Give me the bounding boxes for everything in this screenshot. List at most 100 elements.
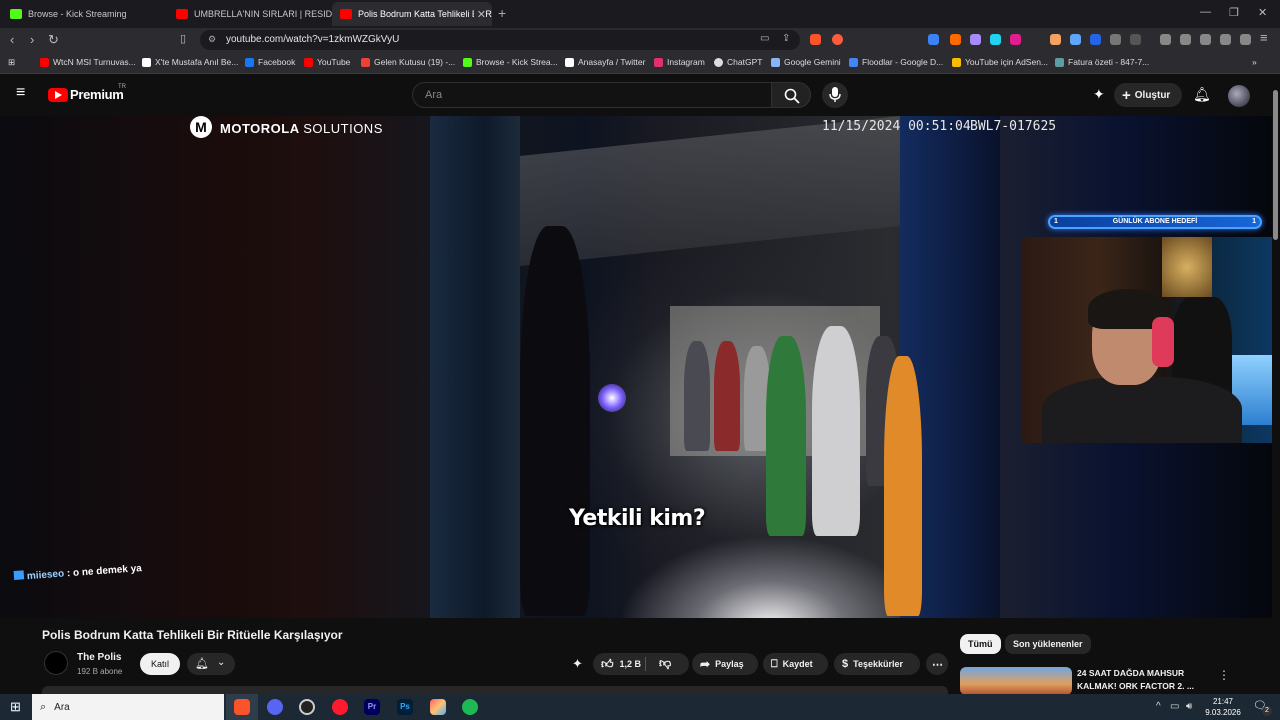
forward-icon[interactable]: ›: [30, 32, 34, 47]
join-button[interactable]: Katıl: [140, 653, 180, 675]
tray-overflow-icon[interactable]: ^: [1156, 701, 1161, 712]
bookmark-item[interactable]: Browse - Kick Strea...: [463, 57, 558, 67]
network-icon[interactable]: ▭: [1170, 701, 1179, 712]
subscription-bell-button[interactable]: 🔔︎ ⌄: [187, 653, 235, 675]
restore-icon[interactable]: ❐: [1229, 6, 1239, 19]
bookmark-item[interactable]: YouTube için AdSen...: [952, 57, 1048, 67]
close-tab-icon[interactable]: ✕: [473, 7, 486, 21]
address-bar[interactable]: ⚙ youtube.com/watch?v=1zkmWZGkVyU ▭ ⇪: [200, 30, 800, 50]
more-bookmarks-icon[interactable]: »: [1252, 57, 1257, 67]
bookmark-item[interactable]: WtcN MSI Turnuvas...: [40, 57, 136, 67]
extension-icon[interactable]: [928, 34, 939, 45]
extension-icon[interactable]: [1050, 34, 1061, 45]
close-window-icon[interactable]: ✕: [1258, 6, 1267, 19]
extension-icon[interactable]: [1090, 34, 1101, 45]
navigation-bar: ‹ › ↻ ▯ ⚙ youtube.com/watch?v=1zkmWZGkVy…: [0, 28, 1280, 52]
gmail-icon: [361, 57, 370, 67]
bookmark-item[interactable]: Gelen Kutusu (19) -...: [361, 57, 455, 67]
vpn-icon[interactable]: [1240, 34, 1251, 45]
tab-umbrella[interactable]: UMBRELLA'NIN SIRLARI | RESIDENT: [168, 2, 332, 26]
premiere-pro-icon[interactable]: Pr: [364, 699, 380, 715]
wallet-icon[interactable]: [1200, 34, 1211, 45]
discord-icon[interactable]: [267, 699, 283, 715]
extension-icon[interactable]: [990, 34, 1001, 45]
sidebar-icon[interactable]: [1180, 34, 1191, 45]
video-player[interactable]: M MOTOROLA SOLUTIONS 11/15/2024 00:51:04…: [0, 116, 1272, 618]
minimize-icon[interactable]: —: [1200, 6, 1211, 18]
thanks-button[interactable]: $ Teşekkürler: [834, 653, 920, 675]
extension-icon[interactable]: [970, 34, 981, 45]
extension-icon[interactable]: [1010, 34, 1021, 45]
extensions-puzzle-icon[interactable]: [1110, 34, 1121, 45]
taskbar-search[interactable]: ⌕ Ara: [32, 694, 224, 720]
premium-logo-text[interactable]: Premium: [70, 87, 124, 102]
menu-icon[interactable]: ≡: [1260, 30, 1268, 45]
sparkle-icon[interactable]: ✦: [1093, 86, 1105, 103]
search-button[interactable]: [771, 82, 811, 108]
bookmark-item[interactable]: Floodlar - Google D...: [849, 57, 943, 67]
voice-search-button[interactable]: [822, 82, 848, 108]
more-icon: ⋯: [932, 658, 943, 671]
youtube-logo-icon[interactable]: [48, 88, 68, 102]
leo-icon[interactable]: [1220, 34, 1231, 45]
description-box[interactable]: [42, 686, 948, 694]
photos-icon[interactable]: [430, 699, 446, 715]
ask-sparkle-icon[interactable]: ✦: [572, 656, 583, 672]
extension-icon[interactable]: [1130, 34, 1141, 45]
scrollbar-thumb[interactable]: [1273, 90, 1278, 240]
like-icon[interactable]: 👍︎: [601, 657, 614, 672]
tab-kick[interactable]: Browse - Kick Streaming: [2, 2, 166, 26]
channel-name[interactable]: The Polis: [77, 652, 121, 663]
bookmark-item[interactable]: Fatura özeti - 847-7...: [1055, 57, 1149, 67]
windows-start-icon[interactable]: ⊞: [10, 699, 21, 715]
bookmark-item[interactable]: ChatGPT: [714, 57, 762, 67]
tab-polis-active[interactable]: Polis Bodrum Katta Tehlikeli Bir R ✕: [332, 2, 492, 26]
bookmark-item[interactable]: Facebook: [245, 57, 295, 67]
like-count[interactable]: 1,2 B: [620, 659, 642, 669]
notifications-bell-icon[interactable]: 🔔︎: [1193, 86, 1211, 103]
obs-icon[interactable]: [299, 699, 315, 715]
chip-recent[interactable]: Son yüklenenler: [1005, 634, 1091, 654]
brave-shields-icon[interactable]: [810, 34, 821, 45]
recommended-video-title[interactable]: 24 SAAT DAĞDA MAHSUR KALMAK! ORK FACTOR …: [1077, 667, 1207, 693]
site-info-icon[interactable]: ⚙: [208, 34, 216, 45]
volume-icon[interactable]: 🔊︎: [1186, 701, 1192, 712]
bookmark-item[interactable]: Instagram: [654, 57, 705, 67]
save-button[interactable]: ⎕ Kaydet: [763, 653, 828, 675]
bookmark-item[interactable]: YouTube: [304, 57, 350, 67]
dislike-icon[interactable]: 👎︎: [659, 656, 671, 671]
system-clock[interactable]: 21:47 9.03.2026: [1200, 696, 1246, 718]
bookmark-item[interactable]: Anasayfa / Twitter: [565, 57, 645, 67]
photoshop-icon[interactable]: Ps: [397, 699, 413, 715]
taskbar-active-app[interactable]: [226, 694, 258, 720]
apps-grid-icon[interactable]: ⊞: [8, 57, 15, 68]
extension-icon[interactable]: [1070, 34, 1081, 45]
bookmark-page-icon[interactable]: ▯: [180, 32, 186, 45]
chat-badge-icon: [13, 570, 25, 580]
new-tab-icon[interactable]: +: [498, 5, 506, 21]
spotify-icon[interactable]: [462, 699, 478, 715]
cast-icon[interactable]: ▭: [760, 33, 769, 44]
recommended-video-thumbnail[interactable]: [960, 667, 1072, 695]
chip-all[interactable]: Tümü: [960, 634, 1001, 654]
streamer-webcam: [1022, 237, 1272, 443]
search-box[interactable]: Ara: [412, 82, 772, 108]
bookmark-item[interactable]: Google Gemini: [771, 57, 841, 67]
more-actions-button[interactable]: ⋯: [926, 653, 948, 675]
share-icon[interactable]: ⇪: [782, 33, 790, 44]
search-input[interactable]: Ara: [425, 89, 442, 101]
create-button[interactable]: + Oluştur: [1114, 83, 1182, 107]
extension-icon[interactable]: [950, 34, 961, 45]
bookmark-item[interactable]: X'te Mustafa Anıl Be...: [142, 57, 238, 67]
share-button[interactable]: ➦ Paylaş: [692, 653, 758, 675]
opera-icon[interactable]: [332, 699, 348, 715]
youtube-header: ≡ Premium TR Ara ✦ + Oluştur 🔔︎: [0, 74, 1280, 116]
back-icon[interactable]: ‹: [10, 32, 14, 47]
channel-avatar[interactable]: [44, 651, 68, 675]
account-avatar[interactable]: [1228, 85, 1250, 107]
media-icon[interactable]: [1160, 34, 1171, 45]
hamburger-menu-icon[interactable]: ≡: [16, 84, 25, 102]
brave-rewards-icon[interactable]: [832, 34, 843, 45]
reload-icon[interactable]: ↻: [48, 32, 59, 48]
recommended-more-icon[interactable]: ⋮: [1218, 668, 1230, 682]
